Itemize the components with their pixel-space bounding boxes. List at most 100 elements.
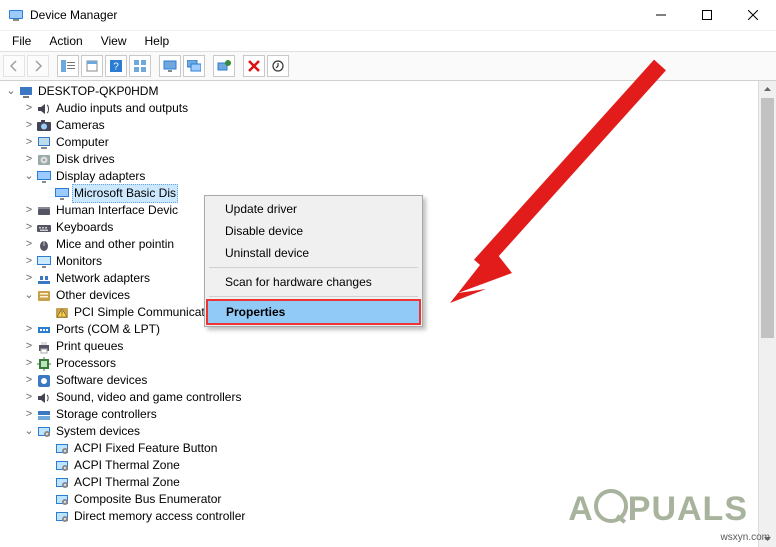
- magnifier-icon: [594, 489, 628, 523]
- scroll-thumb[interactable]: [761, 98, 774, 338]
- menu-help[interactable]: Help: [137, 32, 178, 50]
- display-icon: [36, 169, 52, 185]
- toolbar-help[interactable]: ?: [105, 55, 127, 77]
- tree-category[interactable]: > Sound, video and game controllers: [4, 389, 759, 406]
- toolbar-forward[interactable]: [27, 55, 49, 77]
- tree-category[interactable]: > Audio inputs and outputs: [4, 100, 759, 117]
- tree-category[interactable]: > Software devices: [4, 372, 759, 389]
- tree-item-label: Software devices: [56, 372, 147, 389]
- cm-disable-device[interactable]: Disable device: [207, 220, 420, 242]
- twisty-icon[interactable]: ⌄: [4, 83, 18, 100]
- window-title: Device Manager: [30, 8, 117, 22]
- context-menu: Update driver Disable device Uninstall d…: [204, 195, 423, 327]
- twisty-icon[interactable]: >: [22, 117, 36, 134]
- tree-device[interactable]: ACPI Fixed Feature Button: [4, 440, 759, 457]
- cpu-icon: [36, 356, 52, 372]
- toolbar: ?: [0, 51, 776, 81]
- tree-item-label: Human Interface Devic: [56, 202, 178, 219]
- watermark-text-post: PUALS: [628, 490, 748, 528]
- camera-icon: [36, 118, 52, 134]
- twisty-icon[interactable]: >: [22, 202, 36, 219]
- tree-category[interactable]: ⌄ System devices: [4, 423, 759, 440]
- twisty-icon[interactable]: >: [22, 406, 36, 423]
- menu-view[interactable]: View: [93, 32, 135, 50]
- toolbar-properties[interactable]: [81, 55, 103, 77]
- cm-separator: [209, 267, 418, 268]
- cm-separator: [209, 296, 418, 297]
- titlebar: Device Manager: [0, 0, 776, 31]
- tree-category[interactable]: > Print queues: [4, 338, 759, 355]
- twisty-icon[interactable]: >: [22, 338, 36, 355]
- twisty-icon[interactable]: ⌄: [22, 168, 36, 185]
- close-button[interactable]: [730, 0, 776, 30]
- tree-item-label: Display adapters: [56, 168, 145, 185]
- cm-uninstall-device[interactable]: Uninstall device: [207, 242, 420, 264]
- twisty-icon[interactable]: >: [22, 355, 36, 372]
- tree-item-label: Print queues: [56, 338, 123, 355]
- tree-item-label: Audio inputs and outputs: [56, 100, 188, 117]
- keyboard-icon: [36, 220, 52, 236]
- menu-action[interactable]: Action: [41, 32, 90, 50]
- cm-scan-hardware[interactable]: Scan for hardware changes: [207, 271, 420, 293]
- tree-item-label: ACPI Fixed Feature Button: [74, 440, 217, 457]
- twisty-icon[interactable]: ⌄: [22, 287, 36, 304]
- toolbar-grid[interactable]: [129, 55, 151, 77]
- tree-category[interactable]: > Disk drives: [4, 151, 759, 168]
- twisty-icon[interactable]: >: [22, 151, 36, 168]
- minimize-button[interactable]: [638, 0, 684, 30]
- tree-item-label: Other devices: [56, 287, 130, 304]
- tree-category[interactable]: >Storage controllers: [4, 406, 759, 423]
- tree-item-label: Processors: [56, 355, 116, 372]
- twisty-icon[interactable]: >: [22, 253, 36, 270]
- toolbar-update-driver[interactable]: [267, 55, 289, 77]
- app-icon: [8, 7, 24, 23]
- toolbar-view-devices-by-type[interactable]: [159, 55, 181, 77]
- twisty-icon[interactable]: >: [22, 134, 36, 151]
- tree-category[interactable]: > Processors: [4, 355, 759, 372]
- system-icon: [54, 509, 70, 525]
- toolbar-scan-hardware[interactable]: [213, 55, 235, 77]
- tree-category[interactable]: >Cameras: [4, 117, 759, 134]
- cm-update-driver[interactable]: Update driver: [207, 198, 420, 220]
- tree-category[interactable]: >Computer: [4, 134, 759, 151]
- software-icon: [36, 373, 52, 389]
- watermark-text-pre: A: [568, 490, 594, 528]
- tree-item-label: Sound, video and game controllers: [56, 389, 241, 406]
- tree-root[interactable]: ⌄DESKTOP-QKP0HDM: [4, 83, 759, 100]
- toolbar-view-devices-by-connection[interactable]: [183, 55, 205, 77]
- tree-item-label: Monitors: [56, 253, 102, 270]
- scroll-up-button[interactable]: [759, 81, 776, 98]
- printer-icon: [36, 339, 52, 355]
- system-icon: [54, 475, 70, 491]
- storage-icon: [36, 407, 52, 423]
- twisty-icon[interactable]: >: [22, 389, 36, 406]
- tree-item-label: System devices: [56, 423, 140, 440]
- tree-category[interactable]: ⌄ Display adapters: [4, 168, 759, 185]
- maximize-button[interactable]: [684, 0, 730, 30]
- vertical-scrollbar[interactable]: [758, 81, 776, 547]
- tree-item-label: Keyboards: [56, 219, 113, 236]
- watermark-url: wsxyn.com: [721, 532, 770, 543]
- twisty-icon[interactable]: >: [22, 372, 36, 389]
- twisty-icon[interactable]: >: [22, 100, 36, 117]
- display-icon: [54, 186, 70, 202]
- svg-text:!: !: [61, 311, 63, 318]
- system-icon: [54, 492, 70, 508]
- toolbar-show-hide-tree[interactable]: [57, 55, 79, 77]
- sound-icon: [36, 390, 52, 406]
- menu-file[interactable]: File: [4, 32, 39, 50]
- twisty-icon[interactable]: >: [22, 236, 36, 253]
- tree-item-label: Mice and other pointin: [56, 236, 174, 253]
- toolbar-uninstall[interactable]: [243, 55, 265, 77]
- twisty-icon[interactable]: >: [22, 321, 36, 338]
- tree-item-label: Composite Bus Enumerator: [74, 491, 221, 508]
- tree-item-label: Disk drives: [56, 151, 115, 168]
- twisty-icon[interactable]: >: [22, 219, 36, 236]
- mouse-icon: [36, 237, 52, 253]
- toolbar-back[interactable]: [3, 55, 25, 77]
- twisty-icon[interactable]: >: [22, 270, 36, 287]
- tree-device[interactable]: ACPI Thermal Zone: [4, 457, 759, 474]
- twisty-icon[interactable]: ⌄: [22, 423, 36, 440]
- cm-properties[interactable]: Properties: [206, 299, 421, 325]
- tree-item-label: Microsoft Basic Dis: [72, 184, 178, 203]
